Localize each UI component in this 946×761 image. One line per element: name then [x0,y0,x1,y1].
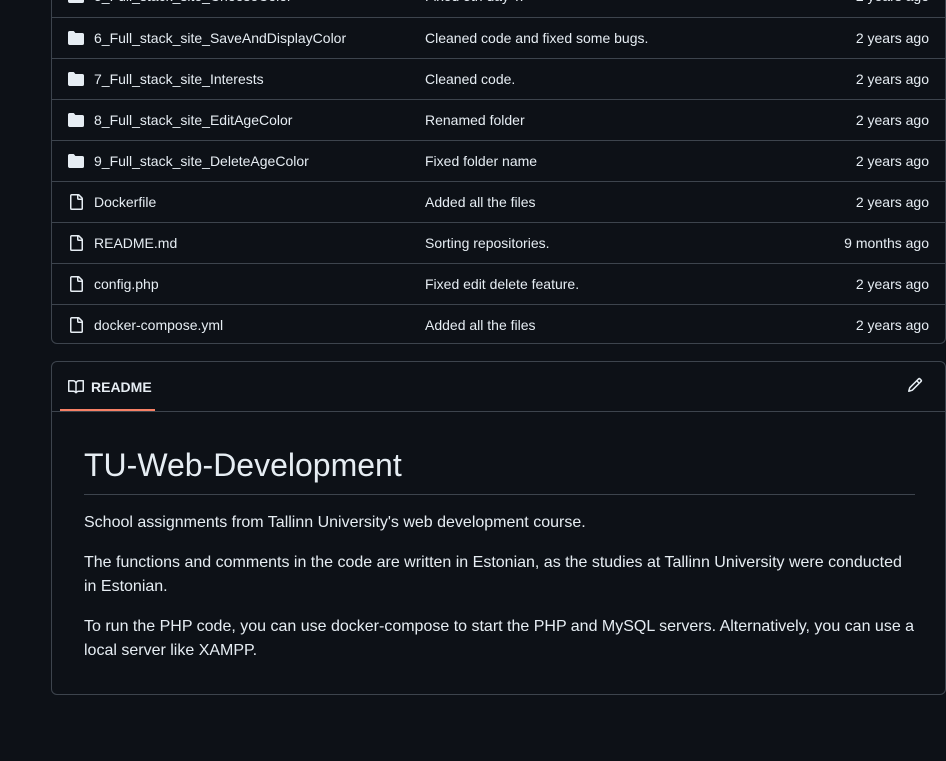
file-row[interactable]: 7_Full_stack_site_Interests Cleaned code.… [52,58,945,99]
commit-message-link[interactable]: Added all the files [425,194,536,210]
tab-readme[interactable]: README [60,362,155,411]
readme-header: README [52,362,945,412]
readme-paragraph: The functions and comments in the code a… [84,554,902,595]
file-name-link[interactable]: Dockerfile [94,194,156,210]
commit-date: 2 years ago [855,30,929,46]
commit-message-link[interactable]: Cleaned code and fixed some bugs. [425,30,648,46]
commit-message-link[interactable]: Sorting repositories. [425,235,550,251]
commit-date: 2 years ago [855,194,929,210]
commit-message-link[interactable]: Added all the files [425,317,536,333]
file-name-link[interactable]: 8_Full_stack_site_EditAgeColor [94,112,292,128]
readme-panel: README TU-Web-Development School assignm… [51,361,946,695]
commit-message-link[interactable]: Fixed edit delete feature. [425,276,579,292]
readme-paragraph: School assignments from Tallinn Universi… [84,514,586,531]
file-list: 5_Full_stack_site_ChooseColor Fixed 5th d… [51,0,946,344]
pencil-icon[interactable] [907,377,925,395]
folder-icon [68,0,86,4]
file-name-link[interactable]: docker-compose.yml [94,317,223,333]
file-row[interactable]: 8_Full_stack_site_EditAgeColor Renamed fo… [52,99,945,140]
file-name-link[interactable]: 6_Full_stack_site_SaveAndDisplayColor [94,30,346,46]
file-name-link[interactable]: 5_Full_stack_site_ChooseColor [94,0,292,4]
commit-date: 9 months ago [844,235,929,251]
file-row[interactable]: config.php Fixed edit delete feature. 2 ye… [52,263,945,304]
commit-date: 2 years ago [855,317,929,333]
file-row[interactable]: Dockerfile Added all the files 2 years ago [52,181,945,222]
readme-content: TU-Web-Development School assignments fr… [84,446,915,663]
file-icon [68,194,86,210]
file-row[interactable]: 6_Full_stack_site_SaveAndDisplayColor Cle… [52,17,945,58]
folder-icon [68,30,86,46]
folder-icon [68,153,86,169]
commit-date: 2 years ago [856,0,929,4]
folder-icon [68,112,86,128]
file-row[interactable]: 9_Full_stack_site_DeleteAgeColor Fixed fo… [52,140,945,181]
file-icon [68,317,86,333]
commit-date: 2 years ago [855,112,929,128]
file-icon [68,235,86,251]
commit-date: 2 years ago [855,71,929,87]
book-icon [68,379,85,395]
commit-message-link[interactable]: Renamed folder [425,112,525,128]
file-name-link[interactable]: 7_Full_stack_site_Interests [94,71,264,87]
commit-date: 2 years ago [855,153,929,169]
file-name-link[interactable]: README.md [94,235,177,251]
commit-message-link[interactable]: Fixed 5th day T. [425,0,524,4]
file-row[interactable]: 5_Full_stack_site_ChooseColor Fixed 5th d… [52,0,945,17]
readme-title: TU-Web-Development [84,446,915,495]
file-row[interactable]: docker-compose.yml Added all the files 2 y… [52,304,945,343]
file-row[interactable]: README.md Sorting repositories. 9 months a… [52,222,945,263]
commit-message-link[interactable]: Cleaned code. [425,71,515,87]
file-name-link[interactable]: config.php [94,276,159,292]
folder-icon [68,71,86,87]
commit-message-link[interactable]: Fixed folder name [425,153,537,169]
file-name-link[interactable]: 9_Full_stack_site_DeleteAgeColor [94,153,309,169]
readme-paragraph: To run the PHP code, you can use docker-… [84,618,915,659]
file-icon [68,276,86,292]
commit-date: 2 years ago [855,276,929,292]
readme-tab-label: README [91,379,152,395]
